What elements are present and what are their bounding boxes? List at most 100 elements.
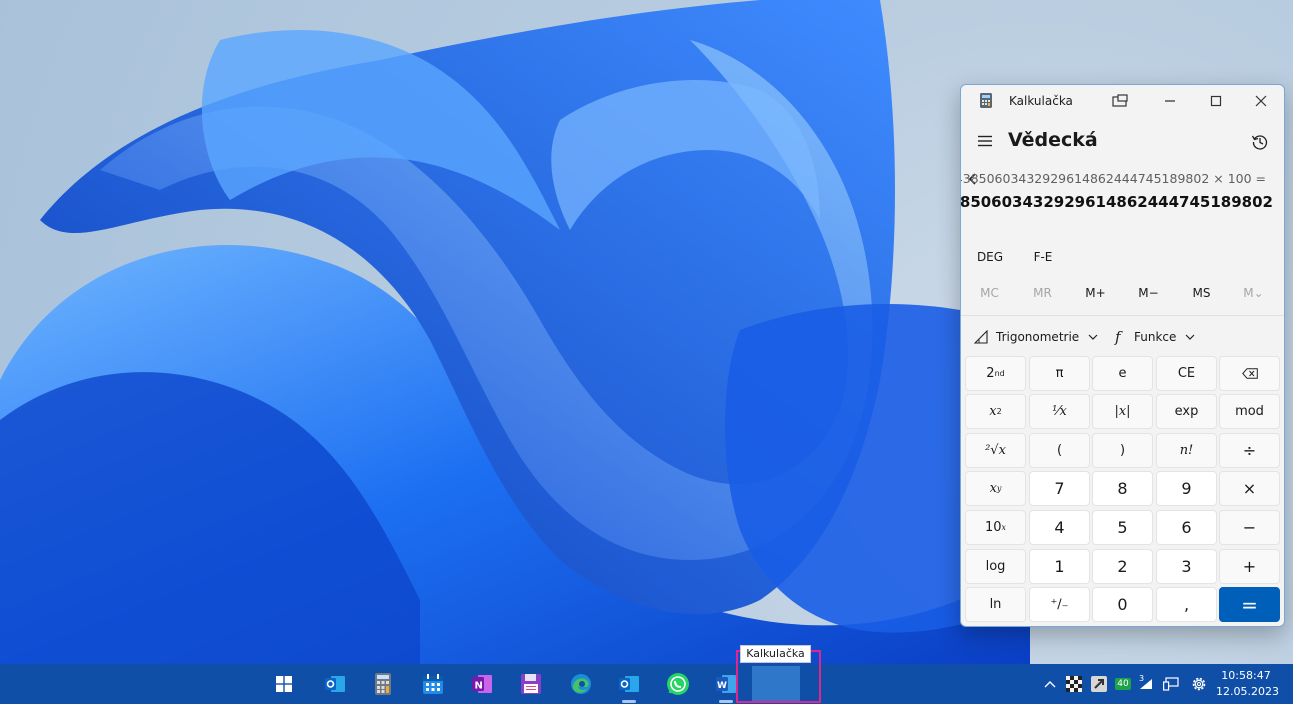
memory-row: MC MR M+ M− MS M⌄ — [961, 281, 1284, 305]
history-button[interactable] — [1246, 129, 1274, 155]
keypad: 2nd π e CE x2 ⅟x |x| exp mod ²√x ( ) n! … — [965, 356, 1281, 622]
euler-button[interactable]: e — [1092, 356, 1153, 391]
running-indicator — [622, 700, 636, 703]
equals-button[interactable]: = — [1219, 587, 1280, 622]
divide-button[interactable]: ÷ — [1219, 433, 1280, 468]
right-paren-button[interactable]: ) — [1092, 433, 1153, 468]
exp-button[interactable]: exp — [1156, 394, 1217, 429]
decimal-separator-button[interactable]: , — [1156, 587, 1217, 622]
memory-subtract-button[interactable]: M− — [1122, 281, 1175, 305]
outlook-icon — [619, 676, 639, 692]
factorial-button[interactable]: n! — [1156, 433, 1217, 468]
trigonometry-label: Trigonometrie — [996, 330, 1080, 344]
square-root-button[interactable]: ²√x — [965, 433, 1026, 468]
monitor-icon — [1163, 677, 1179, 691]
digit-9-button[interactable]: 9 — [1156, 471, 1217, 506]
subtract-button[interactable]: − — [1219, 510, 1280, 545]
taskbar-outlook-2[interactable] — [609, 664, 649, 704]
tray-small-number: 3 — [1139, 674, 1145, 683]
word-icon: W — [716, 675, 736, 693]
digit-5-button[interactable]: 5 — [1092, 510, 1153, 545]
digit-7-button[interactable]: 7 — [1029, 471, 1090, 506]
natural-log-button[interactable]: ln — [965, 587, 1026, 622]
ten-power-button[interactable]: 10 x — [965, 510, 1026, 545]
show-hidden-icons-button[interactable] — [1041, 664, 1059, 704]
tray-app-badge[interactable]: 40 — [1113, 664, 1133, 704]
gear-icon — [1192, 677, 1206, 691]
maximize-button[interactable] — [1193, 85, 1239, 117]
taskbar-outlook[interactable] — [315, 664, 355, 704]
power-button[interactable]: xy — [965, 471, 1026, 506]
start-button[interactable] — [264, 664, 304, 704]
floppy-disk-icon — [521, 674, 541, 694]
memory-clear-button[interactable]: MC — [963, 281, 1016, 305]
windows-start-icon — [276, 676, 292, 692]
calculator-icon — [375, 673, 391, 695]
checker-app-icon — [1066, 676, 1082, 692]
digit-3-button[interactable]: 3 — [1156, 549, 1217, 584]
reciprocal-button[interactable]: ⅟x — [1029, 394, 1090, 429]
calculator-window: Kalkulačka Vědecká 438506034329296148624… — [960, 84, 1285, 627]
svg-text:f: f — [1114, 329, 1123, 345]
taskbar-calendar[interactable] — [413, 664, 453, 704]
onenote-icon: N — [472, 675, 492, 693]
fe-button[interactable]: F-E — [1017, 245, 1069, 269]
taskbar-save-app[interactable] — [511, 664, 551, 704]
pi-button[interactable]: π — [1029, 356, 1090, 391]
functions-dropdown[interactable]: f Funkce — [1114, 325, 1195, 349]
digit-1-button[interactable]: 1 — [1029, 549, 1090, 584]
deg-button[interactable]: DEG — [964, 245, 1016, 269]
tray-green-badge: 40 — [1115, 678, 1131, 690]
minimize-button[interactable] — [1147, 85, 1193, 117]
network-status[interactable]: 3 — [1136, 664, 1156, 704]
taskbar-edge[interactable] — [561, 664, 601, 704]
absolute-value-button[interactable]: |x| — [1092, 394, 1153, 429]
function-dropdown-row: Trigonometrie f Funkce — [961, 325, 1284, 349]
close-icon — [1255, 95, 1267, 107]
angle-unit-row: DEG F-E — [961, 245, 1284, 269]
trigonometry-dropdown[interactable]: Trigonometrie — [974, 325, 1098, 349]
taskbar-onenote[interactable]: N — [462, 664, 502, 704]
square-button[interactable]: x2 — [965, 394, 1026, 429]
functions-label: Funkce — [1134, 330, 1177, 344]
add-button[interactable]: + — [1219, 549, 1280, 584]
navigation-menu-button[interactable] — [973, 129, 997, 153]
digit-0-button[interactable]: 0 — [1092, 587, 1153, 622]
hamburger-icon — [978, 135, 992, 147]
digit-6-button[interactable]: 6 — [1156, 510, 1217, 545]
maximize-icon — [1210, 95, 1222, 107]
close-button[interactable] — [1238, 85, 1284, 117]
clock-date: 12.05.2023 — [1216, 685, 1279, 698]
taskbar-clock[interactable]: 10:58:47 12.05.2023 — [1216, 668, 1279, 700]
clear-entry-button[interactable]: CE — [1156, 356, 1217, 391]
whatsapp-icon — [667, 673, 689, 695]
digit-8-button[interactable]: 8 — [1092, 471, 1153, 506]
display-status[interactable] — [1161, 664, 1181, 704]
settings-button[interactable] — [1188, 664, 1210, 704]
divider — [961, 315, 1284, 316]
multiply-button[interactable]: × — [1219, 471, 1280, 506]
keep-on-top-icon — [1112, 94, 1128, 107]
taskbar-calculator[interactable] — [363, 664, 403, 704]
backspace-button[interactable] — [1219, 356, 1280, 391]
memory-add-button[interactable]: M+ — [1069, 281, 1122, 305]
expression-display: 43850603432929614862444745189802 × 100 = — [960, 171, 1266, 186]
taskbar-whatsapp[interactable] — [658, 664, 698, 704]
function-f-icon: f — [1114, 329, 1126, 345]
memory-store-button[interactable]: MS — [1175, 281, 1228, 305]
memory-recall-button[interactable]: MR — [1016, 281, 1069, 305]
keep-on-top-button[interactable] — [1097, 85, 1143, 117]
log-button[interactable]: log — [965, 549, 1026, 584]
digit-2-button[interactable]: 2 — [1092, 549, 1153, 584]
left-paren-button[interactable]: ( — [1029, 433, 1090, 468]
tray-app-arrow[interactable] — [1089, 664, 1109, 704]
taskbar: N W 40 3 10:58:47 12.05.2023 — [0, 664, 1293, 704]
negate-button[interactable]: ⁺∕₋ — [1029, 587, 1090, 622]
memory-list-button[interactable]: M⌄ — [1227, 281, 1280, 305]
second-function-button[interactable]: 2nd — [965, 356, 1026, 391]
digit-4-button[interactable]: 4 — [1029, 510, 1090, 545]
mod-button[interactable]: mod — [1219, 394, 1280, 429]
tray-app-checker[interactable] — [1064, 664, 1084, 704]
clock-time: 10:58:47 — [1221, 669, 1271, 682]
title-bar[interactable]: Kalkulačka — [961, 85, 1284, 117]
